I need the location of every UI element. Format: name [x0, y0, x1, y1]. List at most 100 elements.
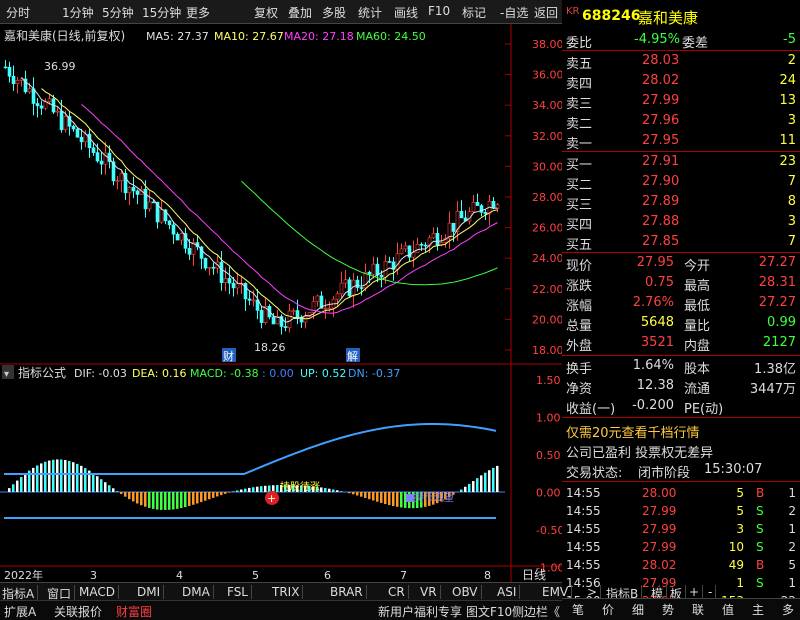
macd-bar — [276, 485, 279, 492]
candle — [483, 212, 488, 215]
x-label: 2022年 — [4, 568, 43, 582]
toolbar-item-7[interactable]: 多股 — [322, 4, 346, 21]
right-tab[interactable]: 多 — [782, 601, 794, 618]
toolbar-item-4[interactable]: 更多 — [186, 4, 210, 21]
toolbar-item-11[interactable]: 标记 — [462, 4, 486, 21]
indicator-tab[interactable]: EMV — [542, 585, 573, 599]
toolbar-item-2[interactable]: 5分钟 — [102, 4, 134, 21]
bid-label: 买三 — [566, 198, 593, 213]
sell-signal-label: 持币观望 — [414, 491, 454, 504]
macd-bar — [208, 492, 211, 500]
indicator-tab[interactable]: + — [689, 585, 704, 599]
macd-bar — [484, 472, 487, 492]
stat-value: 0.99 — [767, 315, 796, 330]
indicator-tab[interactable]: OBV — [452, 585, 482, 599]
tick-row: 14:55 27.99 3 S 1 — [562, 520, 800, 540]
toolbar-item-8[interactable]: 统计 — [358, 4, 382, 21]
candle — [15, 80, 20, 84]
indicator-tab[interactable]: DMA — [182, 585, 214, 599]
candle — [159, 209, 164, 223]
macd-bar — [60, 459, 63, 492]
tick-price: 28.02 — [642, 558, 677, 572]
toolbar-item-12[interactable]: -自选 — [500, 4, 528, 21]
indicator-tab[interactable]: VR — [420, 585, 441, 599]
macd-bar — [164, 492, 167, 510]
macd-bar — [336, 490, 339, 492]
candle — [339, 282, 344, 295]
macd-bar — [388, 492, 391, 506]
indicator-tab[interactable]: ASI — [497, 585, 521, 599]
right-tab[interactable]: 联 — [692, 601, 704, 618]
promo-profit: 公司已盈利 投票权无差异 — [566, 446, 714, 461]
fin-label: PE(动) — [684, 402, 724, 417]
collapse-icon[interactable]: ▾ — [4, 369, 9, 380]
kline-chart[interactable]: 38.0036.0034.0032.0030.0028.0026.0024.00… — [0, 24, 562, 582]
candle — [211, 266, 216, 269]
unlock-marker[interactable]: 解 — [347, 349, 358, 363]
indicator-tab[interactable]: BRAR — [330, 585, 367, 599]
bottom-tab[interactable]: 财富圈 — [116, 603, 152, 620]
finance-marker[interactable]: 财 — [223, 349, 234, 363]
toolbar-item-13[interactable]: 返回 — [534, 4, 558, 21]
indicator-tab[interactable]: DMI — [137, 585, 165, 599]
bottom-right-link[interactable]: 新用户福利专享 — [378, 603, 462, 620]
toolbar-item-0[interactable]: 分时 — [6, 4, 30, 21]
toolbar-item-6[interactable]: 叠加 — [288, 4, 312, 21]
stat-label: 外盘 — [566, 339, 593, 354]
y-tick-label: 18.00 — [532, 344, 562, 357]
candle — [403, 245, 408, 250]
macd-bar — [352, 492, 355, 495]
bottom-right-link[interactable]: 侧边栏《 — [512, 603, 560, 620]
indicator-tab[interactable]: > — [587, 585, 602, 599]
toolbar-item-3[interactable]: 15分钟 — [142, 4, 181, 21]
indicator-tab[interactable]: MACD — [79, 585, 119, 599]
ask-price: 28.02 — [642, 73, 680, 88]
toolbar-item-5[interactable]: 复权 — [254, 4, 278, 21]
candle — [459, 210, 464, 219]
macd-bar — [120, 492, 123, 495]
macd-bar — [392, 492, 395, 507]
candle — [235, 283, 240, 289]
fin-row: 收益(一) -0.200 PE(动) — [562, 396, 800, 417]
right-tab[interactable]: 势 — [662, 601, 674, 618]
macd-bar — [52, 459, 55, 492]
ask-price: 27.96 — [642, 113, 680, 128]
stock-code: 688246 — [582, 8, 641, 24]
indicator-tab[interactable]: - — [708, 585, 717, 599]
candle — [179, 233, 184, 241]
toolbar-item-9[interactable]: 画线 — [394, 4, 418, 21]
right-tab[interactable]: 值 — [722, 601, 734, 618]
right-tab[interactable]: 主 — [752, 601, 764, 618]
indicator-tab[interactable]: CR — [388, 585, 409, 599]
indicator-tab[interactable]: TRIX — [272, 585, 304, 599]
candle — [39, 105, 44, 109]
macd-bar — [108, 485, 111, 492]
candle — [395, 253, 400, 270]
macd-bar — [340, 491, 343, 492]
stat-value: 27.27 — [758, 295, 796, 310]
tick-time: 14:55 — [566, 486, 601, 500]
tick-price: 28.00 — [642, 486, 677, 500]
weibi-value: -4.95% — [634, 32, 680, 47]
candle — [135, 190, 140, 195]
bottom-right-link[interactable]: 图文F10 — [466, 603, 512, 620]
right-tab[interactable]: 细 — [632, 601, 644, 618]
chart-title: 嘉和美康(日线,前复权) — [4, 28, 125, 43]
stat-value: 27.95 — [636, 255, 674, 270]
toolbar-item-10[interactable]: F10 — [428, 4, 450, 18]
right-tab[interactable]: 价 — [602, 601, 614, 618]
bottom-tab[interactable]: 关联报价 — [54, 603, 102, 620]
right-tab[interactable]: 笔 — [572, 601, 584, 618]
buy-signal-label: 持股待涨 — [280, 480, 320, 493]
indicator-tab[interactable]: FSL — [227, 585, 252, 599]
stat-label: 量比 — [684, 319, 711, 334]
macd-bar — [328, 488, 331, 492]
promo-row: 仅需20元查看千档行情 — [562, 420, 800, 441]
macd-bar — [16, 480, 19, 492]
sep — [562, 481, 800, 482]
macd-bar — [188, 492, 191, 506]
macd-bar — [92, 473, 95, 492]
y-tick-label: 32.00 — [532, 130, 562, 143]
toolbar-item-1[interactable]: 1分钟 — [62, 4, 94, 21]
bottom-tab[interactable]: 扩展A — [4, 603, 36, 620]
